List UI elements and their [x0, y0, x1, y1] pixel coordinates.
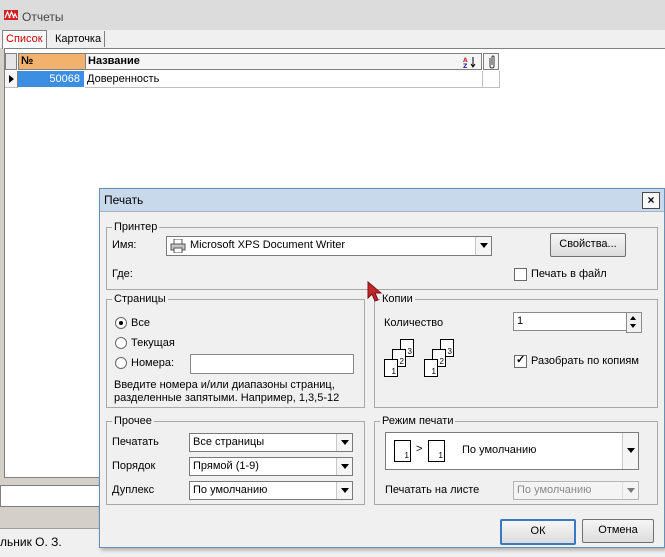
- chevron-down-icon[interactable]: [622, 433, 638, 469]
- page-numbers-input[interactable]: [190, 354, 354, 374]
- pages-group-legend: Страницы: [112, 293, 168, 305]
- cell-number[interactable]: 50068: [18, 71, 84, 87]
- printer-name-label: Имя:: [112, 239, 137, 251]
- duplex-label: Дуплекс: [112, 484, 155, 496]
- column-header-attachment[interactable]: [483, 53, 499, 70]
- chevron-down-icon[interactable]: [336, 434, 352, 451]
- collate-preview-icon: 3 2 1 3 2 1: [384, 339, 464, 395]
- copies-count-value: 1: [517, 315, 524, 327]
- print-range-value: Все страницы: [193, 436, 265, 448]
- printer-select-value: Microsoft XPS Document Writer: [190, 239, 346, 251]
- row-indicator-header: [5, 53, 17, 70]
- copies-count-input[interactable]: 1: [513, 312, 641, 331]
- pages-all-radio[interactable]: [115, 317, 127, 329]
- order-value: Прямой (1-9): [193, 460, 259, 472]
- print-range-select[interactable]: Все страницы: [189, 433, 353, 452]
- print-dialog: Печать × Принтер Имя: Microsoft XPS Docu…: [99, 188, 665, 548]
- pages-all-label: Все: [131, 317, 150, 329]
- collate-checkbox[interactable]: [514, 353, 527, 368]
- print-to-file-checkbox[interactable]: [514, 268, 527, 281]
- pages-numbers-radio[interactable]: [115, 357, 127, 369]
- cancel-button[interactable]: Отмена: [582, 519, 654, 543]
- spinner-down-icon[interactable]: [630, 324, 636, 328]
- printer-select[interactable]: Microsoft XPS Document Writer: [166, 236, 492, 256]
- spinner-up-icon[interactable]: [630, 316, 636, 320]
- copies-spinner[interactable]: [626, 312, 642, 333]
- pages-hint-line2: разделенные запятыми. Например, 1,3,5-12: [114, 392, 340, 404]
- bottom-field[interactable]: [0, 485, 101, 507]
- dialog-titlebar: Печать ×: [100, 189, 664, 212]
- cell-attachment[interactable]: [483, 71, 500, 88]
- main-titlebar: [0, 0, 665, 31]
- print-range-label: Печатать: [112, 436, 159, 448]
- chevron-down-icon[interactable]: [622, 482, 638, 499]
- tab-card[interactable]: Карточка: [52, 31, 106, 47]
- close-icon: ×: [647, 193, 655, 207]
- cursor-icon: [367, 281, 383, 302]
- print-mode-preview-icon: 1 > 1: [394, 439, 450, 463]
- window-title: Отчеты: [22, 10, 64, 24]
- ok-button[interactable]: ОК: [500, 519, 576, 545]
- chevron-down-icon[interactable]: [336, 482, 352, 499]
- table-row[interactable]: 50068 Доверенность: [5, 71, 500, 88]
- print-on-sheet-label: Печатать на листе: [385, 484, 480, 496]
- copies-group-legend: Копии: [380, 293, 415, 305]
- duplex-value: По умолчанию: [193, 484, 268, 496]
- pages-current-radio[interactable]: [115, 337, 127, 349]
- properties-button[interactable]: Свойства...: [550, 233, 626, 257]
- column-header-name-label: Название: [88, 55, 140, 67]
- dialog-title: Печать: [104, 193, 144, 207]
- print-mode-select[interactable]: 1 > 1 По умолчанию: [385, 432, 639, 470]
- pages-numbers-label: Номера:: [131, 357, 175, 369]
- close-button[interactable]: ×: [642, 192, 660, 209]
- print-mode-group-legend: Режим печати: [380, 415, 456, 427]
- app-logo-icon: [4, 10, 18, 20]
- tab-list[interactable]: Список: [2, 30, 47, 49]
- order-label: Порядок: [112, 460, 156, 472]
- pages-current-label: Текущая: [131, 337, 175, 349]
- printer-group-legend: Принтер: [112, 221, 160, 233]
- column-header-number[interactable]: №: [18, 53, 86, 70]
- other-group-legend: Прочее: [112, 415, 154, 427]
- print-mode-value: По умолчанию: [462, 444, 537, 456]
- collate-label: Разобрать по копиям: [531, 355, 639, 367]
- chevron-down-icon[interactable]: [475, 237, 491, 255]
- order-select[interactable]: Прямой (1-9): [189, 457, 353, 476]
- row-indicator-arrow-icon: [5, 71, 18, 88]
- status-text: льник О. З.: [0, 535, 62, 549]
- paperclip-icon: [489, 55, 495, 69]
- duplex-select[interactable]: По умолчанию: [189, 481, 353, 500]
- svg-text:Z: Z: [463, 63, 468, 68]
- printer-where-label: Где:: [112, 268, 133, 280]
- sort-az-icon: A Z: [463, 57, 476, 68]
- grid-header: № Название A Z: [5, 53, 500, 70]
- printer-icon: [170, 239, 186, 253]
- cell-name[interactable]: Доверенность: [85, 71, 483, 88]
- pages-hint-line1: Введите номера и/или диапазоны страниц,: [114, 379, 335, 391]
- column-header-name[interactable]: Название A Z: [85, 53, 482, 70]
- print-to-file-label: Печать в файл: [531, 268, 607, 280]
- print-on-sheet-value: По умолчанию: [517, 484, 592, 496]
- print-on-sheet-select[interactable]: По умолчанию: [513, 481, 639, 500]
- copies-count-label: Количество: [384, 317, 444, 329]
- chevron-down-icon[interactable]: [336, 458, 352, 475]
